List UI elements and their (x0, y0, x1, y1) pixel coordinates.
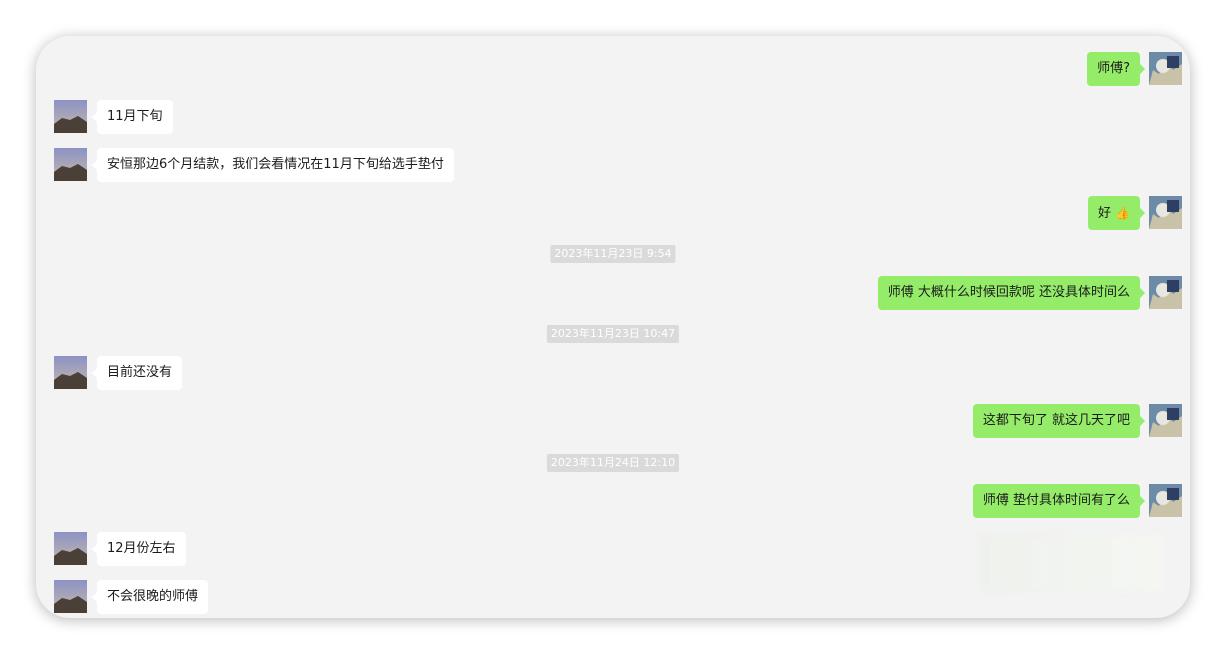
contact-avatar[interactable] (54, 100, 87, 133)
received-message-bubble[interactable]: 安恒那边6个月结款，我们会看情况在11月下旬给选手垫付 (92, 148, 454, 182)
received-message-bubble[interactable]: 12月份左右 (92, 532, 186, 566)
message-row: 安恒那边6个月结款，我们会看情况在11月下旬给选手垫付 (36, 148, 1190, 182)
thumbs-up-icon: 👍 (1115, 206, 1130, 220)
contact-avatar[interactable] (54, 356, 87, 389)
sent-message-bubble[interactable]: 好 👍 (1088, 196, 1145, 230)
contact-avatar[interactable] (54, 532, 87, 565)
my-avatar[interactable] (1149, 484, 1182, 517)
timestamp: 2023年11月23日 10:47 (546, 325, 680, 343)
timestamp: 2023年11月24日 12:10 (546, 454, 680, 472)
chat-panel: 师傅? 11月下旬 安恒那边6个月结款，我们会看情况在11月下旬给选手垫付 好 👍… (36, 36, 1190, 618)
message-row: 不会很晚的师傅 (36, 580, 1190, 614)
message-row: 师傅 垫付具体时间有了么 (36, 484, 1190, 518)
message-row: 好 👍 (36, 196, 1190, 230)
contact-avatar[interactable] (54, 580, 87, 613)
timestamp: 2023年11月23日 9:54 (550, 245, 676, 263)
contact-avatar[interactable] (54, 148, 87, 181)
message-text: 好 (1098, 206, 1112, 221)
sent-message-bubble[interactable]: 这都下旬了 就这几天了吧 (972, 404, 1146, 438)
received-message-bubble[interactable]: 不会很晚的师傅 (91, 580, 209, 614)
message-row: 11月下旬 (36, 100, 1190, 134)
my-avatar[interactable] (1149, 276, 1182, 309)
received-message-bubble[interactable]: 目前还没有 (91, 356, 183, 390)
message-row: 师傅 大概什么时候回款呢 还没具体时间么 (36, 276, 1190, 310)
my-avatar[interactable] (1149, 404, 1182, 437)
message-row: 目前还没有 (36, 356, 1190, 390)
message-row: 师傅? (36, 52, 1190, 86)
received-message-bubble[interactable]: 11月下旬 (92, 100, 173, 134)
sent-message-bubble[interactable]: 师傅? (1087, 52, 1145, 86)
sent-message-bubble[interactable]: 师傅 垫付具体时间有了么 (972, 484, 1146, 518)
message-row: 这都下旬了 就这几天了吧 (36, 404, 1190, 438)
sent-message-bubble[interactable]: 师傅 大概什么时候回款呢 还没具体时间么 (877, 276, 1146, 310)
message-row: 12月份左右 (36, 532, 1190, 566)
my-avatar[interactable] (1149, 52, 1182, 85)
my-avatar[interactable] (1149, 196, 1182, 229)
